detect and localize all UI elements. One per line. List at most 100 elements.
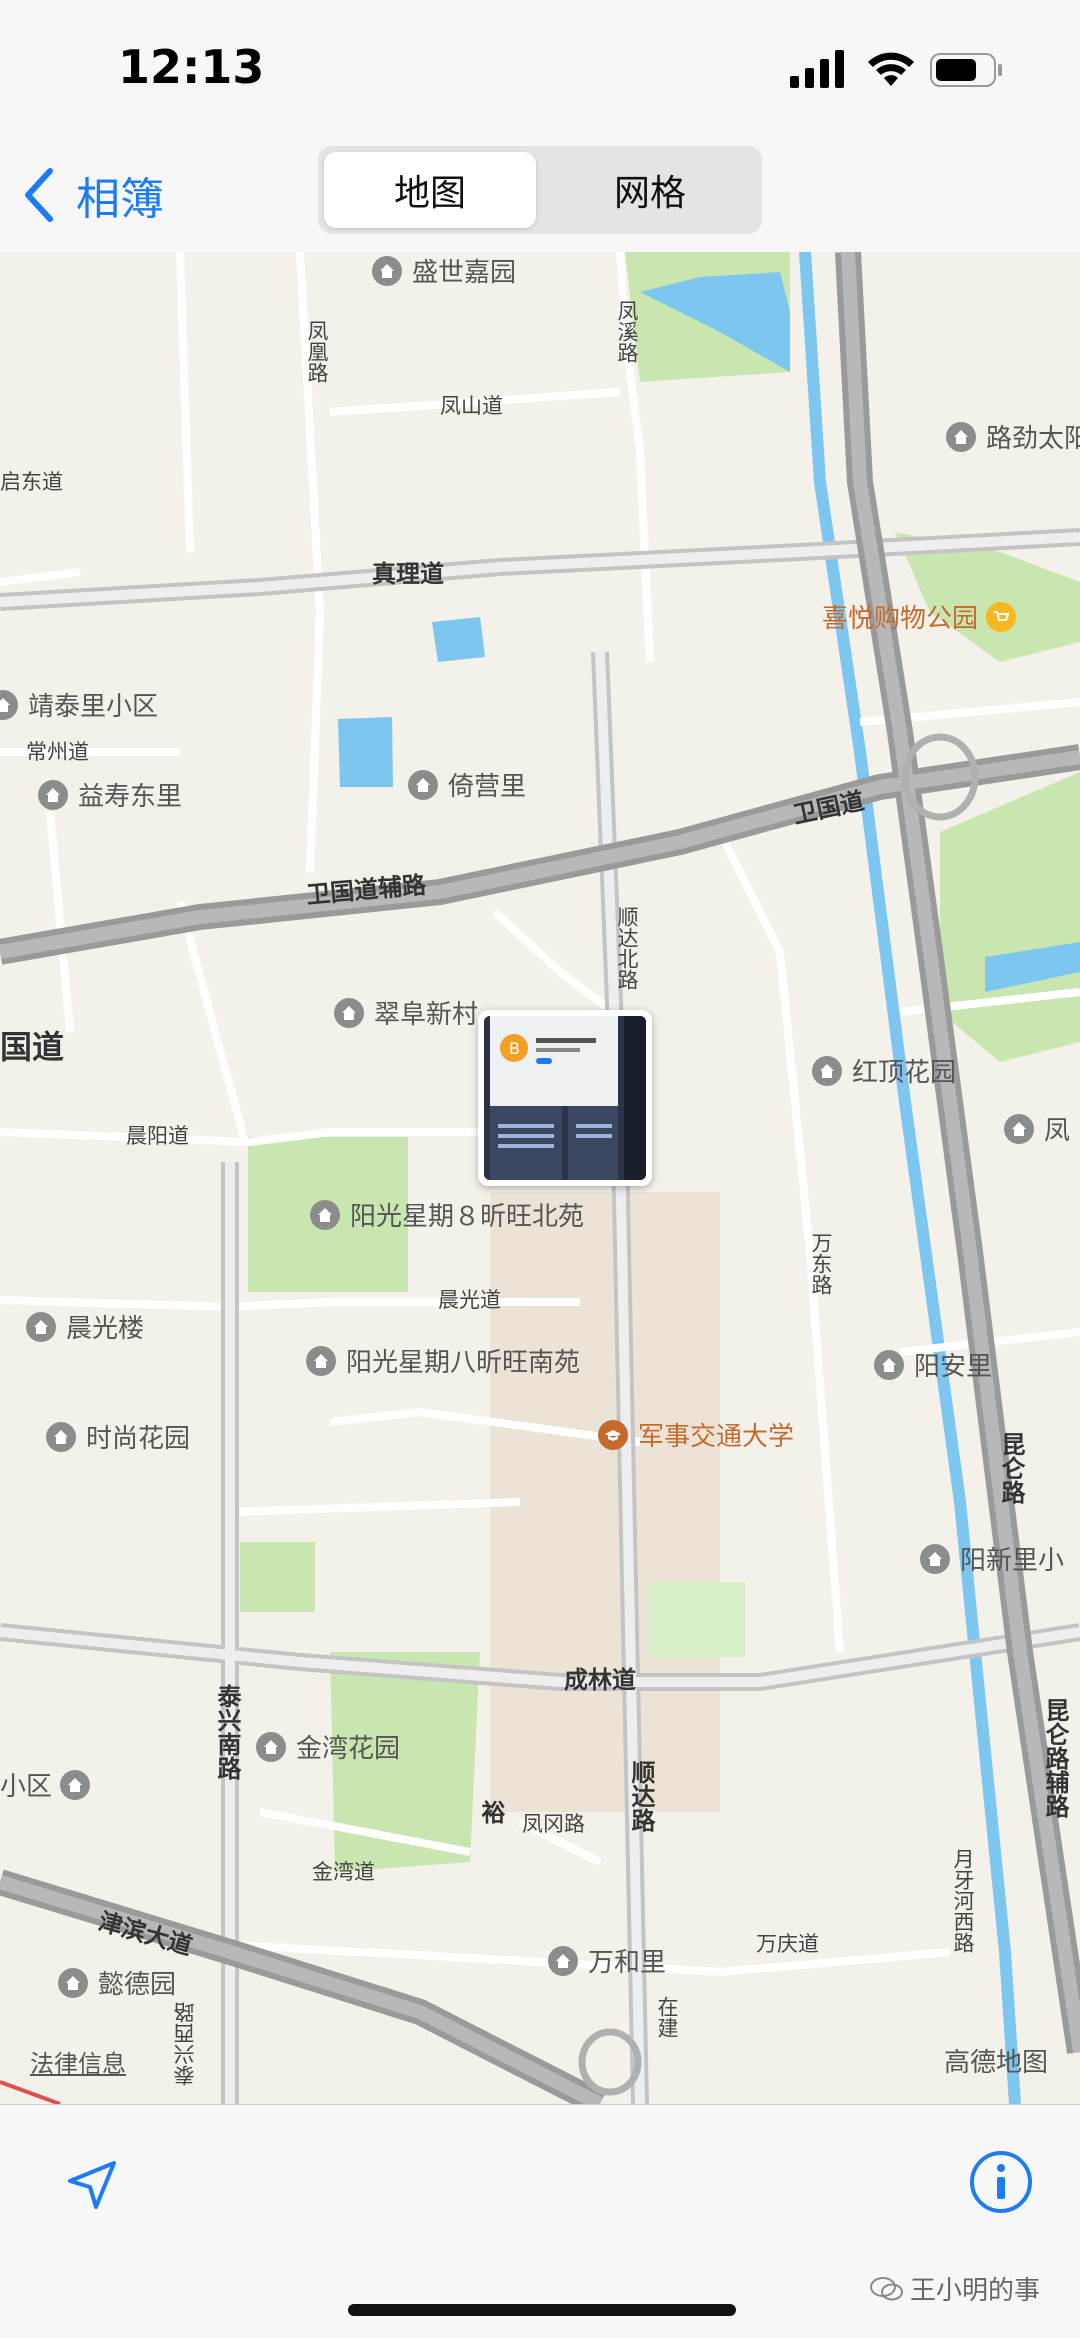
road-label: 月牙河西路 bbox=[951, 1848, 975, 1953]
poi-military-transport-university[interactable]: 军事交通大学 bbox=[598, 1416, 794, 1453]
poi-label: 凤 bbox=[1044, 1116, 1071, 1146]
poi-label: 阳光星期八昕旺南苑 bbox=[346, 1348, 581, 1378]
residential-icon bbox=[946, 421, 976, 452]
poi-lujintaiyang[interactable]: 路劲太阳 bbox=[946, 418, 1080, 455]
home-indicator bbox=[348, 2304, 736, 2316]
map-provider-logo: 高德地图 bbox=[944, 2048, 1049, 2078]
residential-icon bbox=[920, 1543, 950, 1574]
road-label: 凤凰路 bbox=[305, 320, 329, 383]
residential-icon bbox=[38, 779, 68, 810]
road-label: 昆仑路辅路 bbox=[1041, 1698, 1069, 1818]
road-label: 凤山道 bbox=[440, 394, 503, 418]
poi-yangguang-beiyuan[interactable]: 阳光星期８昕旺北苑 bbox=[310, 1196, 584, 1233]
road-label: 常州道 bbox=[26, 740, 89, 764]
residential-icon bbox=[0, 689, 18, 720]
poi-cuifuxincun[interactable]: 翠阜新村 bbox=[334, 994, 478, 1031]
status-time: 12:13 bbox=[118, 40, 265, 94]
photo-thumbnail-image: B bbox=[484, 1016, 646, 1180]
photo-thumbnail-pin[interactable]: B bbox=[478, 1010, 652, 1186]
back-button[interactable]: 相簿 bbox=[20, 160, 164, 230]
poi-label: 军事交通大学 bbox=[638, 1422, 795, 1452]
road-label: 启东道 bbox=[0, 470, 63, 494]
road-label: 金湾道 bbox=[312, 1860, 375, 1884]
poi-wanheli[interactable]: 万和里 bbox=[548, 1942, 666, 1979]
residential-icon bbox=[256, 1731, 286, 1762]
residential-icon bbox=[310, 1199, 340, 1230]
road-label: 国道 bbox=[0, 1028, 65, 1066]
navigation-bar: 相簿 地图 网格 bbox=[0, 140, 1080, 252]
poi-yiyingli[interactable]: 倚营里 bbox=[408, 766, 526, 803]
wechat-icon bbox=[870, 2276, 903, 2300]
watermark-text: 王小明的事 bbox=[910, 2276, 1041, 2306]
poi-label: 翠阜新村 bbox=[374, 1000, 479, 1030]
poi-label: 阳安里 bbox=[914, 1352, 993, 1382]
road-label: 晨光道 bbox=[438, 1288, 501, 1312]
road-label: 万东路 bbox=[809, 1232, 833, 1295]
residential-icon bbox=[408, 769, 438, 800]
poi-yishoudongli[interactable]: 益寿东里 bbox=[38, 776, 182, 813]
residential-icon bbox=[58, 1967, 88, 1998]
road-label: 泰兴南路 bbox=[213, 1684, 241, 1780]
road-label: 昆仑路 bbox=[997, 1432, 1025, 1504]
road-label: 顺达路 bbox=[627, 1760, 655, 1832]
segment-grid[interactable]: 网格 bbox=[544, 152, 756, 228]
poi-shengshijiayuan[interactable]: 盛世嘉园 bbox=[372, 252, 516, 289]
poi-label: 阳新里小 bbox=[960, 1546, 1065, 1576]
residential-icon bbox=[306, 1345, 336, 1376]
road-label: 泰兴西路 bbox=[173, 2002, 197, 2086]
residential-icon bbox=[26, 1311, 56, 1342]
residential-icon bbox=[548, 1945, 578, 1976]
poi-xiaoqu[interactable]: 小区 bbox=[0, 1766, 91, 1803]
segment-map[interactable]: 地图 bbox=[324, 152, 536, 228]
poi-jinwanhuayuan[interactable]: 金湾花园 bbox=[256, 1728, 400, 1765]
road-label: 凤冈路 bbox=[522, 1812, 585, 1836]
road-label: 晨阳道 bbox=[126, 1124, 189, 1148]
shopping-cart-icon bbox=[986, 601, 1017, 632]
road-label: 成林道 bbox=[564, 1666, 636, 1694]
poi-label: 益寿东里 bbox=[78, 782, 183, 812]
chevron-left-icon bbox=[25, 168, 53, 222]
location-arrow-icon[interactable] bbox=[62, 2155, 122, 2215]
poi-feng[interactable]: 凤 bbox=[1004, 1110, 1070, 1147]
road-label: 凤溪路 bbox=[615, 300, 639, 363]
poi-yanganli[interactable]: 阳安里 bbox=[874, 1346, 992, 1383]
svg-text:B: B bbox=[509, 1039, 520, 1058]
poi-label: 路劲太阳 bbox=[986, 424, 1080, 454]
poi-label: 盛世嘉园 bbox=[412, 258, 517, 288]
legal-info-link[interactable]: 法律信息 bbox=[30, 2044, 126, 2079]
poi-yideyuan[interactable]: 懿德园 bbox=[58, 1964, 176, 2001]
poi-label: 倚营里 bbox=[448, 772, 527, 802]
residential-icon bbox=[874, 1349, 904, 1380]
road-label: 裕 bbox=[477, 1800, 505, 1824]
view-segmented-control: 地图 网格 bbox=[318, 146, 762, 234]
poi-label: 万和里 bbox=[588, 1948, 667, 1978]
poi-label: 红顶花园 bbox=[852, 1058, 957, 1088]
residential-icon bbox=[334, 997, 364, 1028]
poi-yangguang-nanyuan[interactable]: 阳光星期八昕旺南苑 bbox=[306, 1342, 580, 1379]
poi-yangxinli[interactable]: 阳新里小 bbox=[920, 1540, 1064, 1577]
status-bar: 12:13 bbox=[0, 0, 1080, 140]
poi-shishanghuayuan[interactable]: 时尚花园 bbox=[46, 1418, 190, 1455]
residential-icon bbox=[372, 255, 402, 286]
road-label: 万庆道 bbox=[756, 1932, 819, 1956]
wechat-watermark: 王小明的事 bbox=[870, 2270, 1040, 2307]
poi-hongdinghuayuan[interactable]: 红顶花园 bbox=[812, 1052, 956, 1089]
poi-chenguanglou[interactable]: 晨光楼 bbox=[26, 1308, 144, 1345]
residential-icon bbox=[812, 1055, 842, 1086]
poi-label: 懿德园 bbox=[98, 1970, 177, 2000]
poi-label: 阳光星期８昕旺北苑 bbox=[350, 1202, 585, 1232]
map-view[interactable]: 盛世嘉园 路劲太阳 喜悦购物公园 靖泰里小区 益寿东里 倚营里 翠阜新村 红顶花… bbox=[0, 252, 1080, 2104]
residential-icon bbox=[60, 1769, 91, 1800]
poi-label: 靖泰里小区 bbox=[28, 692, 159, 722]
battery-icon bbox=[930, 53, 1002, 87]
residential-icon bbox=[46, 1421, 76, 1452]
back-label: 相簿 bbox=[76, 174, 164, 225]
info-icon[interactable] bbox=[968, 2149, 1034, 2215]
cellular-signal-icon bbox=[790, 50, 844, 88]
poi-xiyue-shopping-park[interactable]: 喜悦购物公园 bbox=[822, 598, 1017, 635]
poi-label: 晨光楼 bbox=[66, 1314, 145, 1344]
poi-label: 小区 bbox=[0, 1772, 53, 1802]
wifi-icon bbox=[868, 52, 914, 86]
poi-jingtaili[interactable]: 靖泰里小区 bbox=[0, 686, 158, 723]
residential-icon bbox=[1004, 1113, 1034, 1144]
